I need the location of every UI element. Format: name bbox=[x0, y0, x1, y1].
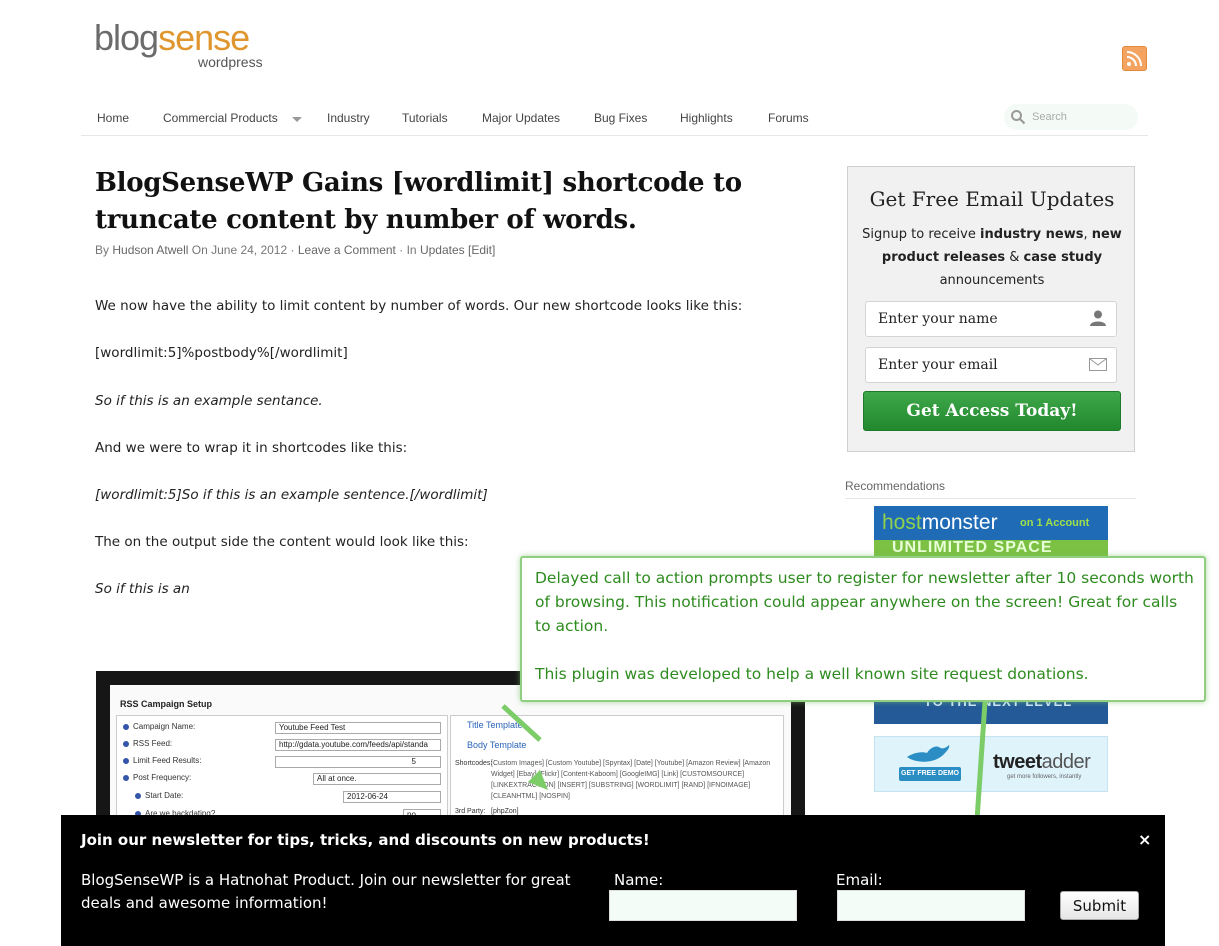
user-icon bbox=[1090, 310, 1106, 326]
bullet-icon bbox=[123, 740, 129, 747]
hostmonster-banner: UNLIMITED SPACE bbox=[892, 539, 1053, 556]
submit-button[interactable]: Submit bbox=[1060, 891, 1139, 920]
name-label: Name: bbox=[614, 871, 664, 889]
form-field: 5 bbox=[275, 756, 441, 768]
divider bbox=[845, 498, 1136, 499]
post-paragraph: We now have the ability to limit content… bbox=[95, 298, 743, 314]
search-icon[interactable] bbox=[1010, 109, 1026, 125]
form-label: RSS Feed: bbox=[123, 739, 172, 748]
shortcodes-label: Shortcodes: bbox=[455, 760, 493, 767]
nav-item-tutorials[interactable]: Tutorials bbox=[402, 111, 448, 125]
hostmonster-tagline: on 1 Account bbox=[1020, 517, 1090, 529]
main-nav: Home Commercial Products Industry Tutori… bbox=[81, 100, 1148, 136]
form-label: Limit Feed Results: bbox=[123, 756, 201, 765]
form-label: Start Date: bbox=[135, 791, 183, 800]
signup-email-input[interactable] bbox=[865, 347, 1117, 383]
title-template-link: Title Template bbox=[467, 720, 523, 730]
third-party-label: 3rd Party: bbox=[455, 808, 486, 815]
newsletter-name-input[interactable] bbox=[609, 890, 797, 921]
newsletter-description: BlogSenseWP is a Hatnohat Product. Join … bbox=[81, 871, 571, 912]
logo-sense: sense bbox=[158, 17, 250, 58]
body-template-link: Body Template bbox=[467, 740, 527, 750]
tweetadder-ad[interactable]: GET FREE DEMO tweetadder get more follow… bbox=[874, 736, 1108, 792]
nav-item-commercial-products[interactable]: Commercial Products bbox=[163, 111, 278, 125]
form-field: Youtube Feed Test bbox=[275, 722, 441, 734]
hostmonster-logo: hostmonster bbox=[882, 511, 998, 534]
nav-item-bug-fixes[interactable]: Bug Fixes bbox=[594, 111, 647, 125]
screenshot-templates: Title Template Body Template Shortcodes:… bbox=[450, 715, 784, 825]
nav-item-major-updates[interactable]: Major Updates bbox=[482, 111, 560, 125]
edit-link[interactable]: [Edit] bbox=[468, 243, 495, 257]
rss-glyph bbox=[1126, 51, 1142, 67]
meta-by: By bbox=[95, 243, 110, 257]
post-paragraph: The on the output side the content would… bbox=[95, 534, 469, 550]
bird-icon bbox=[907, 745, 950, 762]
bullet-icon bbox=[123, 774, 129, 781]
author-link[interactable]: Hudson Atwell bbox=[112, 243, 188, 257]
newsletter-email-input[interactable] bbox=[837, 890, 1025, 921]
get-access-button[interactable]: Get Access Today! bbox=[863, 391, 1121, 431]
tweetadder-logo: tweetadder bbox=[993, 751, 1091, 773]
nav-item-industry[interactable]: Industry bbox=[327, 111, 370, 125]
annotation-callout: Delayed call to action prompts user to r… bbox=[520, 556, 1206, 702]
newsletter-title: Join our newsletter for tips, tricks, an… bbox=[81, 831, 650, 849]
screenshot-panel: RSS Campaign Setup Campaign Name: Youtub… bbox=[110, 685, 791, 825]
post-paragraph: [wordlimit:5]So if this is an example se… bbox=[95, 487, 488, 503]
form-field: http://gdata.youtube.com/feeds/api/stand… bbox=[275, 739, 441, 751]
logo-wordmark: blogsense bbox=[94, 17, 250, 58]
site-logo[interactable]: blogsense wordpress bbox=[94, 17, 263, 71]
newsletter-bar: Join our newsletter for tips, tricks, an… bbox=[61, 815, 1165, 946]
third-party-tags: [phpZon] bbox=[491, 808, 519, 815]
post-paragraph: [wordlimit:5]%postbody%[/wordlimit] bbox=[95, 345, 348, 361]
signup-title: Get Free Email Updates bbox=[869, 187, 1115, 211]
chevron-down-icon[interactable] bbox=[292, 117, 302, 122]
envelope-icon bbox=[1089, 358, 1107, 371]
nav-item-forums[interactable]: Forums bbox=[768, 111, 809, 125]
signup-description: Signup to receive industry news, new pro… bbox=[862, 227, 1122, 288]
meta-in: · In bbox=[399, 243, 417, 257]
shortcode-tags: [Custom Images] [Custom Youtube] [Spynta… bbox=[491, 760, 771, 800]
rss-icon[interactable] bbox=[1122, 46, 1147, 71]
category-link[interactable]: Updates bbox=[420, 243, 465, 257]
screenshot-title: RSS Campaign Setup bbox=[120, 699, 213, 709]
bullet-icon bbox=[135, 792, 141, 799]
post-meta: By Hudson Atwell On June 24, 2012 · Leav… bbox=[95, 243, 495, 257]
form-select: All at once. bbox=[313, 773, 441, 785]
callout-paragraph: Delayed call to action prompts user to r… bbox=[535, 569, 1194, 635]
callout-text: Delayed call to action prompts user to r… bbox=[535, 566, 1195, 686]
logo-subtitle: wordpress bbox=[198, 54, 263, 70]
screenshot-form: Campaign Name: Youtube Feed Test RSS Fee… bbox=[116, 715, 448, 825]
tweetadder-tagline: get more followers, instantly bbox=[1007, 774, 1082, 780]
callout-paragraph: This plugin was developed to help a well… bbox=[535, 665, 1089, 683]
recommendations-title: Recommendations bbox=[845, 479, 946, 493]
signup-name-input[interactable] bbox=[865, 301, 1117, 337]
post-paragraph: So if this is an bbox=[95, 581, 190, 597]
email-signup-widget: Get Free Email Updates Signup to receive… bbox=[847, 166, 1135, 452]
post-paragraph: So if this is an example sentance. bbox=[95, 393, 323, 409]
form-label: Campaign Name: bbox=[123, 722, 195, 731]
bullet-icon bbox=[123, 757, 129, 764]
close-icon[interactable]: × bbox=[1138, 830, 1151, 849]
bullet-icon bbox=[123, 723, 129, 730]
post-title: BlogSenseWP Gains [wordlimit] shortcode … bbox=[95, 168, 742, 235]
form-field: 2012-06-24 bbox=[343, 791, 441, 803]
nav-item-home[interactable]: Home bbox=[97, 111, 129, 125]
email-label: Email: bbox=[836, 871, 883, 889]
search-box bbox=[1004, 104, 1138, 130]
meta-date: On June 24, 2012 · bbox=[191, 243, 295, 257]
post-paragraph: And we were to wrap it in shortcodes lik… bbox=[95, 440, 408, 456]
search-input[interactable] bbox=[1032, 109, 1132, 125]
logo-blog: blog bbox=[94, 17, 159, 58]
leave-comment-link[interactable]: Leave a Comment bbox=[298, 243, 396, 257]
nav-item-highlights[interactable]: Highlights bbox=[680, 111, 733, 125]
form-label: Post Frequency: bbox=[123, 773, 191, 782]
get-free-demo-label: GET FREE DEMO bbox=[899, 767, 961, 781]
